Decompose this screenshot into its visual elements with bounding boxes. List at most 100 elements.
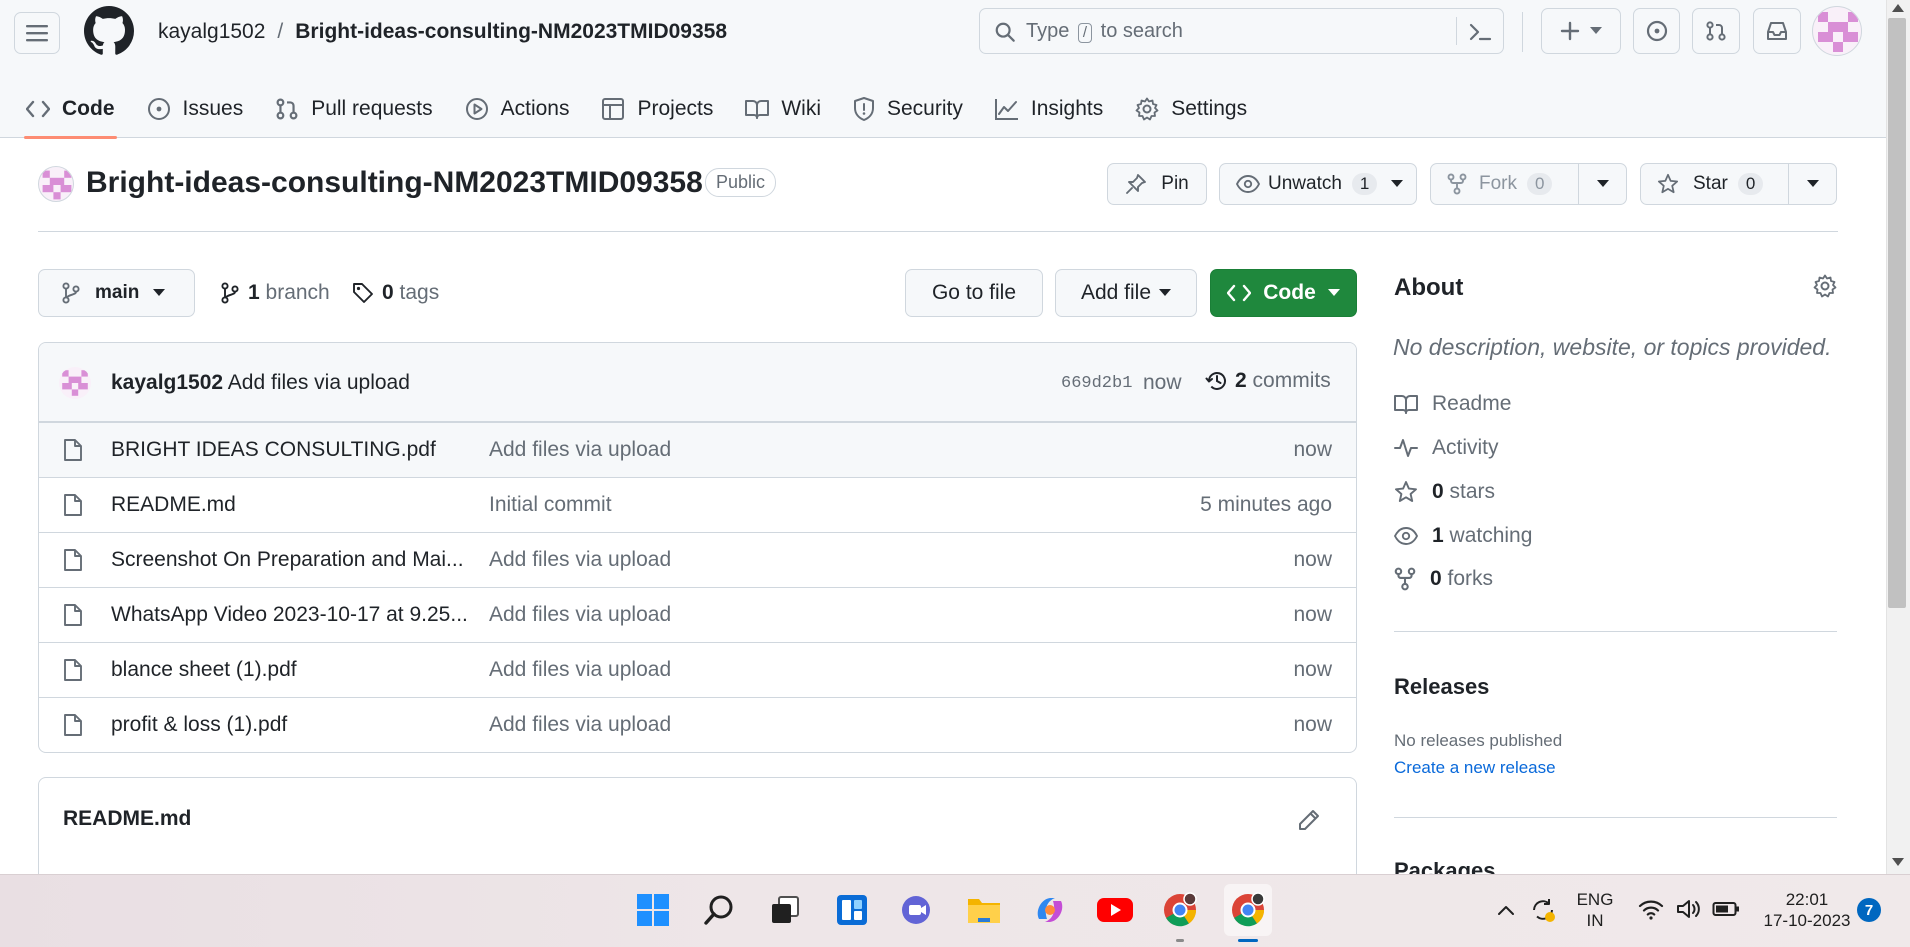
star-icon [1395, 481, 1417, 502]
unwatch-button[interactable]: Unwatch 1 [1219, 163, 1417, 205]
stars-link[interactable]: 0 stars [1394, 480, 1495, 504]
readme-link[interactable]: Readme [1394, 392, 1511, 416]
chat-app-button[interactable] [897, 890, 937, 930]
readme-title[interactable]: README.md [63, 807, 191, 831]
commit-message[interactable]: Add files via upload [228, 371, 410, 394]
widgets-button[interactable] [832, 890, 872, 930]
tab-wiki-label: Wiki [781, 97, 821, 120]
scrollbar-thumb[interactable] [1888, 18, 1906, 608]
tab-actions[interactable]: Actions [449, 81, 586, 137]
file-time: now [1293, 438, 1332, 461]
copilot-button[interactable] [1030, 890, 1070, 930]
github-logo[interactable] [84, 6, 134, 56]
packages-heading[interactable]: Packages [1394, 858, 1594, 874]
repo-owner-avatar[interactable] [38, 166, 74, 202]
issues-shortcut-button[interactable] [1633, 8, 1680, 54]
releases-heading[interactable]: Releases [1394, 674, 1489, 700]
file-row[interactable]: WhatsApp Video 2023-10-17 at 9.25... Add… [39, 587, 1356, 642]
file-commit-message[interactable]: Add files via upload [489, 438, 671, 462]
sync-icon[interactable] [1529, 896, 1557, 924]
taskbar-search-button[interactable] [699, 890, 739, 930]
file-row[interactable]: blance sheet (1).pdf Add files via uploa… [39, 642, 1356, 697]
battery-icon[interactable] [1712, 900, 1740, 918]
file-commit-message[interactable]: Add files via upload [489, 658, 671, 682]
file-name[interactable]: profit & loss (1).pdf [111, 713, 287, 737]
repo-nav-tabs: Code Issues Pull requests Actions Projec… [10, 80, 1263, 139]
file-name[interactable]: README.md [111, 493, 236, 517]
volume-icon[interactable] [1676, 898, 1702, 920]
language-indicator[interactable]: ENG IN [1572, 889, 1618, 931]
file-name[interactable]: BRIGHT IDEAS CONSULTING.pdf [111, 438, 436, 462]
gear-icon[interactable] [1813, 274, 1837, 298]
file-row[interactable]: BRIGHT IDEAS CONSULTING.pdf Add files vi… [39, 422, 1356, 477]
tab-insights[interactable]: Insights [979, 81, 1119, 137]
file-commit-message[interactable]: Add files via upload [489, 603, 671, 627]
fork-dropdown[interactable] [1579, 164, 1626, 204]
watching-link[interactable]: 1 watching [1394, 524, 1532, 548]
star-dropdown[interactable] [1789, 164, 1836, 204]
breadcrumb-owner[interactable]: kayalg1502 [158, 20, 265, 44]
file-commit-message[interactable]: Add files via upload [489, 713, 671, 737]
tab-issues[interactable]: Issues [131, 81, 260, 137]
file-commit-message[interactable]: Initial commit [489, 493, 612, 517]
add-file-button[interactable]: Add file [1055, 269, 1197, 317]
file-explorer-button[interactable] [964, 890, 1004, 930]
notification-badge[interactable]: 7 [1857, 898, 1881, 922]
repo-forked-icon [1394, 567, 1416, 591]
pull-requests-shortcut-button[interactable] [1692, 8, 1740, 54]
create-new-button[interactable] [1541, 8, 1621, 54]
branch-selector[interactable]: main [38, 269, 195, 317]
star-icon [1657, 173, 1679, 194]
pin-button[interactable]: Pin [1107, 163, 1207, 205]
chrome-active-window-button[interactable] [1224, 884, 1272, 936]
file-row[interactable]: Screenshot On Preparation and Mai... Add… [39, 532, 1356, 587]
go-to-file-button[interactable]: Go to file [905, 269, 1043, 317]
breadcrumb-repo[interactable]: Bright-ideas-consulting-NM2023TMID09358 [295, 20, 727, 44]
commits-link[interactable]: 2 commits [1205, 369, 1331, 393]
chevron-up-icon[interactable] [1497, 904, 1515, 916]
file-name[interactable]: blance sheet (1).pdf [111, 658, 297, 682]
file-name[interactable]: Screenshot On Preparation and Mai... [111, 548, 464, 572]
create-release-link[interactable]: Create a new release [1394, 758, 1556, 778]
tab-pull-requests[interactable]: Pull requests [259, 81, 448, 137]
commit-sha[interactable]: 669d2b1 [1061, 374, 1132, 393]
chrome-window-button[interactable] [1160, 890, 1200, 930]
command-palette-icon[interactable] [1468, 21, 1492, 43]
tags-link[interactable]: 0 tags [352, 281, 439, 305]
file-name[interactable]: WhatsApp Video 2023-10-17 at 9.25... [111, 603, 468, 627]
repo-title[interactable]: Bright-ideas-consulting-NM2023TMID09358 [86, 166, 703, 200]
header-divider [1522, 12, 1523, 52]
commit-time: now [1143, 371, 1182, 394]
youtube-app-button[interactable] [1095, 890, 1135, 930]
tab-settings[interactable]: Settings [1119, 81, 1263, 137]
pencil-icon[interactable] [1297, 808, 1321, 832]
clock[interactable]: 22:01 17-10-2023 [1752, 889, 1862, 931]
search-input[interactable]: Type / to search [979, 8, 1504, 54]
pin-icon [1126, 174, 1147, 194]
fork-button[interactable]: Fork 0 [1431, 164, 1579, 204]
code-download-button[interactable]: Code [1210, 269, 1357, 317]
menu-button[interactable] [14, 12, 60, 54]
commit-author-avatar[interactable] [59, 367, 91, 399]
user-avatar[interactable] [1812, 6, 1862, 56]
wifi-icon[interactable] [1638, 898, 1664, 920]
file-commit-message[interactable]: Add files via upload [489, 548, 671, 572]
tab-projects[interactable]: Projects [585, 81, 729, 137]
youtube-icon [1097, 898, 1133, 922]
file-row[interactable]: profit & loss (1).pdf Add files via uplo… [39, 697, 1356, 752]
commit-count: 2 [1235, 369, 1247, 392]
star-button[interactable]: Star 0 [1641, 164, 1789, 204]
task-view-button[interactable] [765, 890, 805, 930]
branches-link[interactable]: 1 branch [220, 281, 330, 305]
tab-code[interactable]: Code [10, 81, 131, 139]
file-row[interactable]: README.md Initial commit 5 minutes ago [39, 477, 1356, 532]
tab-wiki[interactable]: Wiki [729, 81, 837, 137]
forks-link[interactable]: 0 forks [1394, 567, 1493, 591]
activity-link[interactable]: Activity [1394, 436, 1499, 460]
scroll-down-arrow-icon[interactable] [1892, 858, 1904, 866]
inbox-button[interactable] [1753, 8, 1801, 54]
start-button[interactable] [633, 890, 673, 930]
scroll-up-arrow-icon[interactable] [1892, 4, 1904, 12]
commit-author[interactable]: kayalg1502 [111, 371, 223, 394]
tab-security[interactable]: Security [837, 81, 979, 137]
